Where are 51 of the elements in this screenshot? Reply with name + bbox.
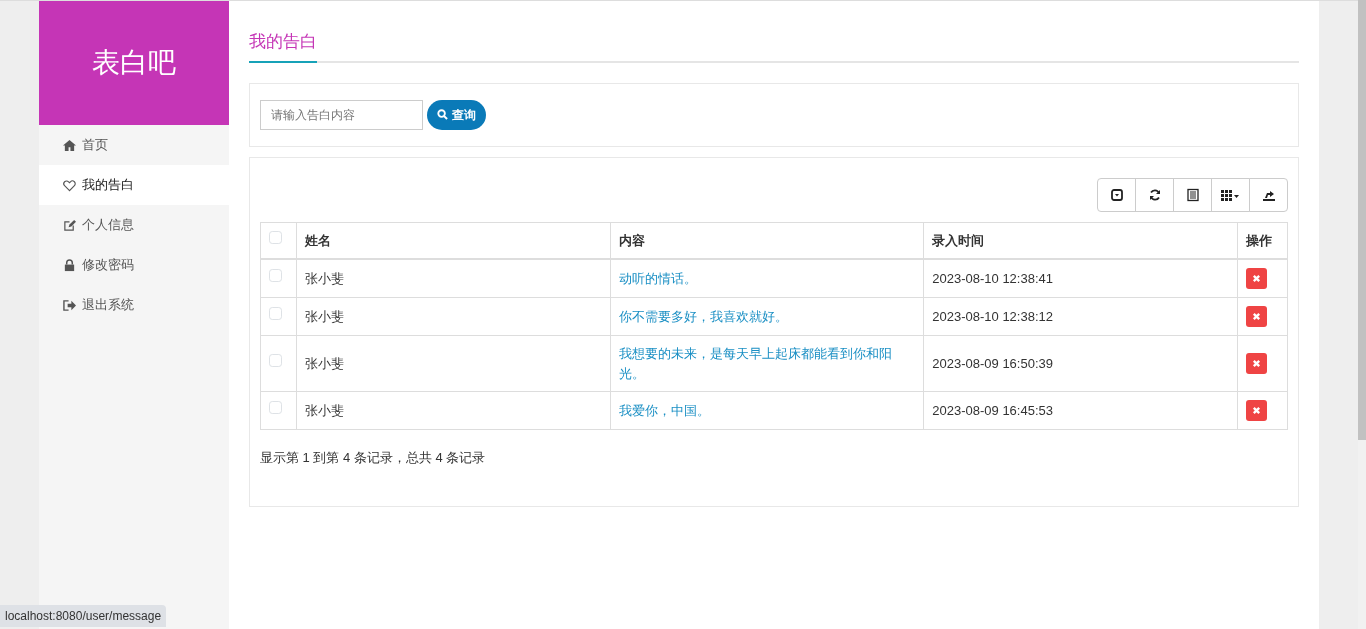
table-cell: 2023-08-09 16:50:39 — [923, 335, 1238, 392]
close-icon — [1251, 312, 1261, 321]
row-checkbox[interactable] — [269, 353, 282, 367]
delete-button[interactable] — [1245, 400, 1267, 421]
sidebar-item[interactable]: 我的告白 — [39, 165, 229, 205]
table-cell: 2023-08-09 16:45:53 — [923, 391, 1238, 430]
search-icon — [437, 109, 448, 120]
table-cell: 张小斐 — [296, 391, 611, 430]
row-checkbox[interactable] — [269, 268, 282, 282]
column-header: 录入时间 — [923, 222, 1238, 259]
toolbar-button[interactable] — [1249, 177, 1288, 212]
sidebar-item[interactable]: 个人信息 — [39, 205, 229, 245]
close-icon — [1251, 359, 1261, 368]
sidebar-item[interactable]: 退出系统 — [39, 285, 229, 325]
exit-icon — [63, 298, 76, 312]
close-icon — [1251, 274, 1261, 283]
close-icon — [1251, 406, 1261, 415]
table-cell: 张小斐 — [296, 259, 611, 298]
list-icon — [1185, 187, 1200, 202]
table-cell: 2023-08-10 12:38:41 — [923, 259, 1238, 298]
select-all-checkbox[interactable] — [269, 230, 282, 244]
row-checkbox[interactable] — [269, 306, 282, 320]
column-header: 姓名 — [296, 222, 611, 259]
table-cell: 2023-08-10 12:38:12 — [923, 297, 1238, 336]
scrollbar-thumb[interactable] — [1358, 0, 1366, 440]
table-cell: 张小斐 — [296, 335, 611, 392]
status-url: localhost:8080/user/message — [0, 605, 167, 627]
edit-icon — [63, 218, 76, 232]
column-header: 操作 — [1237, 222, 1288, 259]
refresh-icon — [1147, 187, 1162, 202]
sidebar-item[interactable]: 首页 — [39, 125, 229, 165]
search-button[interactable]: 查询 — [427, 99, 486, 130]
delete-button[interactable] — [1245, 268, 1267, 289]
toolbar-button[interactable] — [1097, 177, 1136, 212]
delete-button[interactable] — [1245, 306, 1267, 327]
delete-button[interactable] — [1245, 353, 1267, 374]
pagination-info: 显示第 1 到第 4 条记录，总共 4 条记录 — [260, 449, 487, 467]
page-title: 我的告白 — [249, 29, 317, 63]
toolbar-button[interactable] — [1211, 177, 1250, 212]
column-header: 内容 — [610, 222, 924, 259]
toolbar-button[interactable] — [1135, 177, 1174, 212]
home-icon — [63, 138, 76, 152]
table-cell: 张小斐 — [296, 297, 611, 336]
brand-title: 表白吧 — [39, 1, 229, 125]
row-checkbox[interactable] — [269, 400, 282, 414]
heart-icon — [63, 178, 76, 192]
toggle-view-icon — [1109, 187, 1124, 202]
sidebar-item[interactable]: 修改密码 — [39, 245, 229, 285]
columns-icon — [1220, 187, 1241, 202]
lock-icon — [63, 258, 76, 272]
search-field[interactable]: 请输入告白内容 — [260, 99, 423, 130]
